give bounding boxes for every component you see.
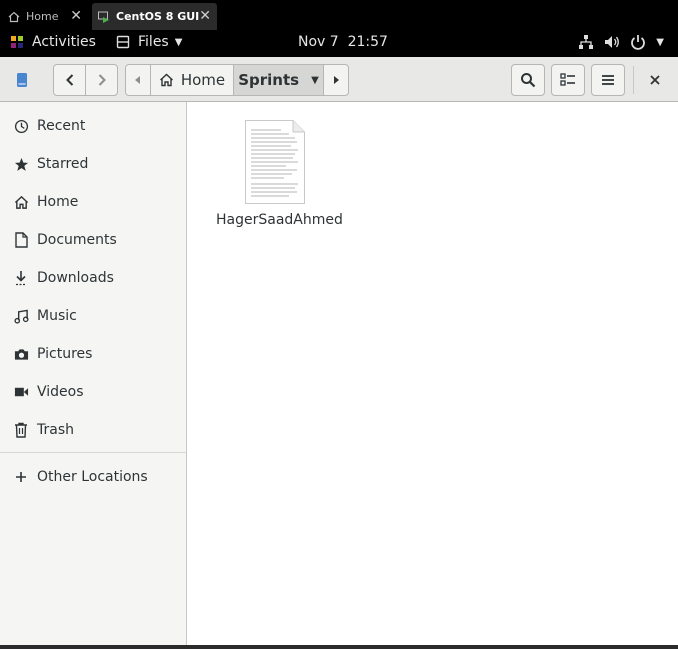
triangle-down-icon: ▼ xyxy=(311,74,319,86)
triangle-right-icon xyxy=(334,76,339,84)
chevron-down-icon: ▼ xyxy=(656,36,664,48)
download-icon xyxy=(16,271,26,286)
sidebar-item-label: Home xyxy=(37,194,79,210)
sidebar-item-trash[interactable]: Trash xyxy=(0,411,186,449)
sidebar-item-other-locations[interactable]: Other Locations xyxy=(0,458,186,496)
close-window-button[interactable] xyxy=(640,64,670,96)
music-icon xyxy=(13,309,29,324)
path-sprints-label: Sprints xyxy=(238,71,300,89)
camera-icon xyxy=(14,349,28,360)
sidebar-item-label: Documents xyxy=(37,232,117,248)
sidebar-item-label: Pictures xyxy=(37,346,93,362)
path-button-home[interactable]: Home xyxy=(150,64,234,96)
header-divider xyxy=(633,66,634,94)
power-icon xyxy=(631,35,646,50)
hamburger-icon xyxy=(602,75,614,85)
clock[interactable]: Nov 7 21:57 xyxy=(298,34,388,50)
sidebar-item-pictures[interactable]: Pictures xyxy=(0,335,186,373)
vm-icon xyxy=(98,11,109,23)
home-icon xyxy=(14,195,28,209)
trash-icon xyxy=(15,422,27,438)
file-name: HagerSaadAhmed xyxy=(216,212,343,228)
text-document-icon xyxy=(245,120,305,204)
star-icon xyxy=(14,157,28,171)
menu-button[interactable] xyxy=(591,64,625,96)
browser-tab-strip: Home ✕ CentOS 8 GUI ✕ xyxy=(0,0,678,31)
close-tab-centos-icon[interactable]: ✕ xyxy=(199,8,211,24)
sidebar-item-recent[interactable]: Recent xyxy=(0,107,186,145)
chevron-left-icon xyxy=(65,74,73,86)
sidebar-item-music[interactable]: Music xyxy=(0,297,186,335)
sidebar-item-label: Videos xyxy=(37,384,84,400)
gnome-top-bar: Activities Files ▼ Nov 7 21:57 ▼ xyxy=(0,31,678,56)
sidebar-separator xyxy=(0,452,186,453)
search-button[interactable] xyxy=(511,64,545,96)
sidebar-item-downloads[interactable]: Downloads xyxy=(0,259,186,297)
path-scroll-right-button[interactable] xyxy=(323,64,349,96)
home-icon xyxy=(159,73,173,87)
bottom-edge xyxy=(0,645,678,649)
sidebar-item-home[interactable]: Home xyxy=(0,183,186,221)
sidebar-item-starred[interactable]: Starred xyxy=(0,145,186,183)
drive-icon[interactable] xyxy=(16,72,28,88)
volume-icon xyxy=(605,36,620,48)
system-menu[interactable]: ▼ xyxy=(578,34,664,50)
tab-home[interactable]: Home ✕ xyxy=(0,3,88,30)
sidebar-item-label: Music xyxy=(37,308,77,324)
path-scroll-left-button[interactable] xyxy=(125,64,151,96)
triangle-left-icon xyxy=(135,76,140,84)
video-icon xyxy=(14,387,28,397)
close-icon xyxy=(650,75,660,85)
sidebar-item-videos[interactable]: Videos xyxy=(0,373,186,411)
tab-centos[interactable]: CentOS 8 GUI ✕ xyxy=(92,3,217,30)
home-icon xyxy=(8,11,20,22)
sidebar-item-label: Trash xyxy=(37,422,74,438)
file-item[interactable]: HagerSaadAhmed xyxy=(216,120,343,228)
sidebar-item-label: Other Locations xyxy=(37,469,148,485)
file-cabinet-icon xyxy=(116,35,130,49)
view-toggle-button[interactable] xyxy=(551,64,585,96)
document-icon xyxy=(14,232,28,248)
list-view-icon xyxy=(560,73,575,86)
tab-home-label: Home xyxy=(26,10,59,23)
forward-button[interactable] xyxy=(85,64,118,96)
network-icon xyxy=(579,35,594,49)
files-menu-label: Files xyxy=(138,34,169,50)
close-tab-home-icon[interactable]: ✕ xyxy=(70,8,82,24)
clock-icon xyxy=(14,119,28,133)
sidebar-item-label: Downloads xyxy=(37,270,114,286)
files-window: Home Sprints ▼ Recent Starred Home Docum… xyxy=(0,57,678,645)
back-button[interactable] xyxy=(53,64,86,96)
centos-logo-icon xyxy=(11,36,23,48)
plus-icon xyxy=(16,472,26,482)
files-app-menu[interactable]: Files ▼ xyxy=(116,34,182,50)
path-button-sprints[interactable]: Sprints ▼ xyxy=(233,64,324,96)
sidebar-item-label: Recent xyxy=(37,118,86,134)
places-sidebar: Recent Starred Home Documents Downloads … xyxy=(0,102,187,645)
chevron-right-icon xyxy=(98,74,106,86)
activities-label: Activities xyxy=(32,34,96,50)
file-view: HagerSaadAhmed xyxy=(188,102,678,645)
sidebar-item-documents[interactable]: Documents xyxy=(0,221,186,259)
header-bar: Home Sprints ▼ xyxy=(0,57,678,102)
path-home-label: Home xyxy=(180,71,226,89)
search-icon xyxy=(521,73,536,88)
tab-centos-label: CentOS 8 GUI xyxy=(116,10,200,23)
chevron-down-icon: ▼ xyxy=(174,36,183,48)
activities-button[interactable]: Activities xyxy=(10,34,96,50)
sidebar-item-label: Starred xyxy=(37,156,89,172)
